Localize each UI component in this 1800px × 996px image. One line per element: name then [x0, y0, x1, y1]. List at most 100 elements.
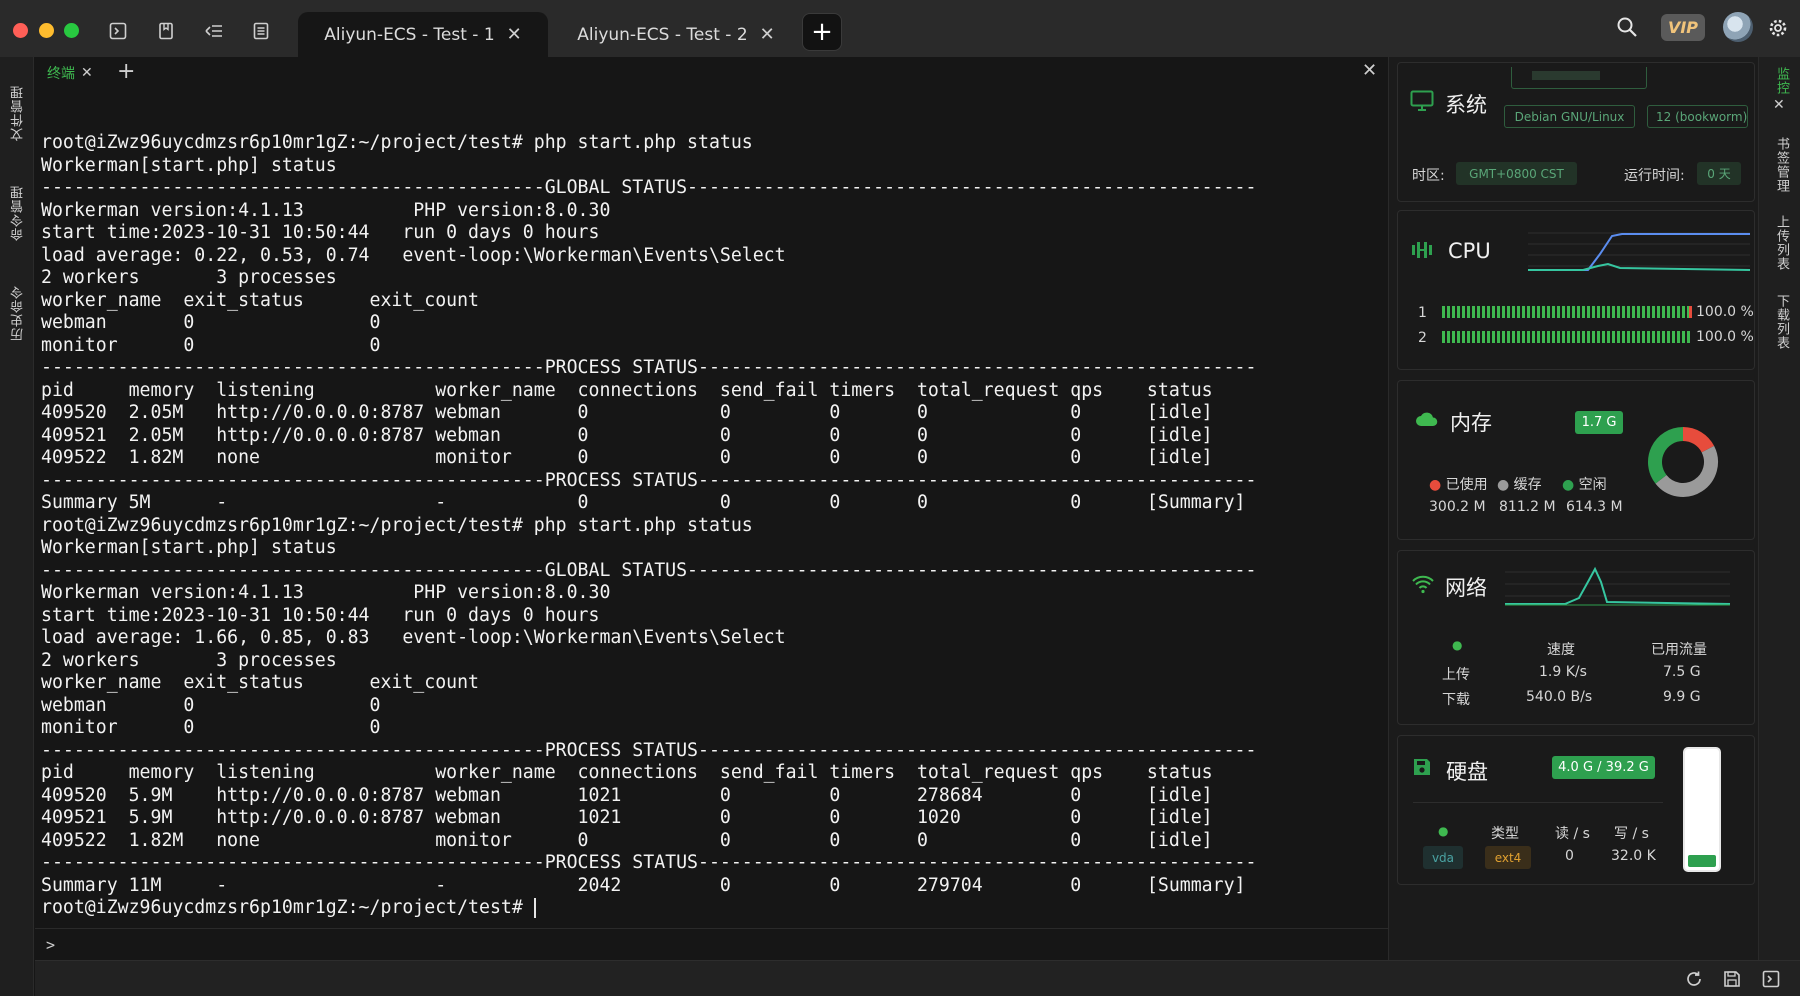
- command-prompt: >: [46, 936, 56, 954]
- disk-type-chip: ext4: [1485, 846, 1531, 869]
- tab-upload-list[interactable]: 上传列表: [1772, 215, 1791, 271]
- add-terminal-tab-button[interactable]: +: [117, 59, 135, 84]
- terminal-line: start time:2023-10-31 10:50:44 run 0 day…: [41, 222, 600, 243]
- cpu-usage-sparkline: [1528, 232, 1750, 271]
- left-rail: 文件管理 命令管理 历史命令: [0, 57, 34, 996]
- terminal-line: ----------------------------------------…: [41, 357, 1257, 378]
- tab-label: Aliyun-ECS - Test - 1: [324, 24, 495, 45]
- terminal-line: Summary 11M - - 2042 0 0 279704 0 [Summa…: [41, 874, 1246, 896]
- tab-terminal[interactable]: 终端 ✕: [47, 62, 93, 84]
- tab-bookmark-manager[interactable]: 书签管理: [1772, 137, 1791, 193]
- tab-monitor[interactable]: 监控: [1772, 67, 1791, 95]
- download-speed: 540.0 B/s: [1526, 689, 1593, 705]
- disk-usage-badge: 4.0 G / 39.2 G: [1552, 756, 1655, 779]
- terminal-line: ----------------------------------------…: [41, 559, 1257, 581]
- terminal-line: pid memory listening worker_name connect…: [41, 379, 1213, 401]
- cpu-core-1-bar-end: [1689, 306, 1692, 318]
- os-chip: Debian GNU/Linux: [1504, 105, 1635, 128]
- tab-label: Aliyun-ECS - Test - 2: [577, 24, 748, 45]
- terminal-line: ----------------------------------------…: [41, 177, 1257, 198]
- tab-aliyun-ecs-test-2[interactable]: Aliyun-ECS - Test - 2 ✕: [556, 12, 796, 57]
- terminal-line: Workerman[start.php] status: [41, 154, 337, 176]
- window-maximize-button[interactable]: [64, 23, 79, 38]
- memory-free-slice: [1648, 427, 1684, 484]
- window-minimize-button[interactable]: [39, 23, 54, 38]
- disk-col-read: 读 / s: [1555, 826, 1590, 842]
- send-to-terminal-icon[interactable]: [1761, 969, 1781, 989]
- terminal-line: monitor 0 0: [41, 717, 381, 738]
- terminal-line: 409521 2.05M http://0.0.0.0:8787 webman …: [41, 424, 1213, 446]
- memory-total-badge: 1.7 G: [1575, 411, 1623, 434]
- hostname-chip: [1511, 67, 1647, 89]
- terminal-line: load average: 0.22, 0.53, 0.74 event-loo…: [41, 244, 786, 266]
- timezone-label: 时区:: [1412, 168, 1445, 184]
- sidebar-item-file-manager[interactable]: 文件管理: [9, 85, 28, 141]
- sidebar-item-command-manager[interactable]: 命令管理: [9, 185, 28, 241]
- cpu-title: CPU: [1448, 239, 1491, 263]
- terminal-line: worker_name exit_status exit_count: [41, 289, 479, 311]
- terminal-tab-label: 终端: [47, 66, 75, 82]
- close-terminal-tab-icon[interactable]: ✕: [81, 65, 93, 81]
- network-col-speed: 速度: [1547, 642, 1575, 658]
- disk-divider: [1413, 802, 1663, 803]
- cpu-core-2-bar: [1442, 331, 1692, 343]
- list-icon[interactable]: [250, 20, 272, 42]
- window-close-button[interactable]: [13, 23, 28, 38]
- disk-usage-gauge: [1683, 747, 1721, 872]
- terminal-line: 409520 5.9M http://0.0.0.0:8787 webman 1…: [41, 784, 1213, 806]
- terminal-prompt-line: root@iZwz96uycdmzsr6p10mr1gZ:~/project/t…: [41, 897, 1381, 920]
- close-panel-icon[interactable]: ✕: [1362, 60, 1377, 81]
- terminal-line: Summary 5M - - 0 0 0 0 0 [Summary]: [41, 492, 1246, 513]
- terminal-line: root@iZwz96uycdmzsr6p10mr1gZ:~/project/t…: [41, 514, 753, 536]
- gear-icon[interactable]: [1767, 17, 1789, 39]
- disk-col-type: 类型: [1491, 826, 1519, 842]
- prompt-text: root@iZwz96uycdmzsr6p10mr1gZ:~/project/t…: [41, 897, 534, 918]
- refresh-icon[interactable]: [1684, 969, 1704, 989]
- terminal-line: ----------------------------------------…: [41, 469, 1257, 491]
- new-tab-button[interactable]: +: [802, 13, 842, 51]
- save-icon[interactable]: [1722, 969, 1742, 989]
- cpu-core-label: 2: [1418, 330, 1427, 346]
- disk-status-dot: ●: [1438, 824, 1449, 838]
- disk-write-value: 32.0 K: [1611, 848, 1656, 864]
- vip-badge[interactable]: VIP: [1661, 14, 1705, 41]
- close-monitor-icon[interactable]: ✕: [1773, 97, 1785, 113]
- wifi-icon: [1411, 574, 1435, 598]
- terminal-icon[interactable]: [107, 20, 129, 42]
- system-title: 系统: [1445, 93, 1487, 117]
- terminal-line: 2 workers 3 processes: [41, 267, 337, 288]
- terminal-output[interactable]: root@iZwz96uycdmzsr6p10mr1gZ:~/project/t…: [41, 132, 1381, 920]
- upload-label: 上传: [1442, 667, 1470, 683]
- legend-used: ● 已使用: [1429, 477, 1488, 493]
- bookmark-icon[interactable]: [155, 20, 177, 42]
- disk-col-write: 写 / s: [1614, 826, 1649, 842]
- terminal-line: Workerman[start.php] status: [41, 537, 337, 558]
- search-icon[interactable]: [1615, 15, 1639, 39]
- disk-device-chip: vda: [1423, 846, 1463, 869]
- cpu-icon: [1411, 239, 1433, 265]
- split-view-icon[interactable]: [203, 20, 225, 42]
- network-title: 网络: [1445, 576, 1487, 600]
- cloud-icon: [1415, 410, 1439, 432]
- tab-aliyun-ecs-test-1[interactable]: Aliyun-ECS - Test - 1 ✕: [298, 12, 548, 57]
- tab-download-list[interactable]: 下载列表: [1772, 294, 1791, 350]
- terminal-line: load average: 1.66, 0.85, 0.83 event-loo…: [41, 627, 786, 648]
- terminal-line: ----------------------------------------…: [41, 852, 1257, 873]
- disk-title: 硬盘: [1446, 760, 1488, 784]
- legend-free: ● 空闲: [1562, 477, 1607, 493]
- upload-speed: 1.9 K/s: [1539, 664, 1587, 680]
- cpu-core-label: 1: [1418, 305, 1427, 321]
- sidebar-item-command-history[interactable]: 历史命令: [9, 285, 28, 341]
- terminal-line: worker_name exit_status exit_count: [41, 672, 479, 693]
- close-tab-icon[interactable]: ✕: [760, 24, 775, 45]
- close-tab-icon[interactable]: ✕: [507, 24, 522, 45]
- timezone-chip: GMT+0800 CST: [1456, 162, 1577, 185]
- network-col-used: 已用流量: [1651, 642, 1707, 658]
- os-version-chip: 12 (bookworm): [1647, 105, 1748, 128]
- avatar[interactable]: [1723, 12, 1753, 42]
- terminal-line: ----------------------------------------…: [41, 739, 1257, 761]
- uptime-label: 运行时间:: [1624, 168, 1685, 184]
- terminal-line: Workerman version:4.1.13 PHP version:8.0…: [41, 582, 611, 603]
- terminal-line: 409520 2.05M http://0.0.0.0:8787 webman …: [41, 402, 1213, 423]
- command-input-bar[interactable]: >: [35, 928, 1388, 960]
